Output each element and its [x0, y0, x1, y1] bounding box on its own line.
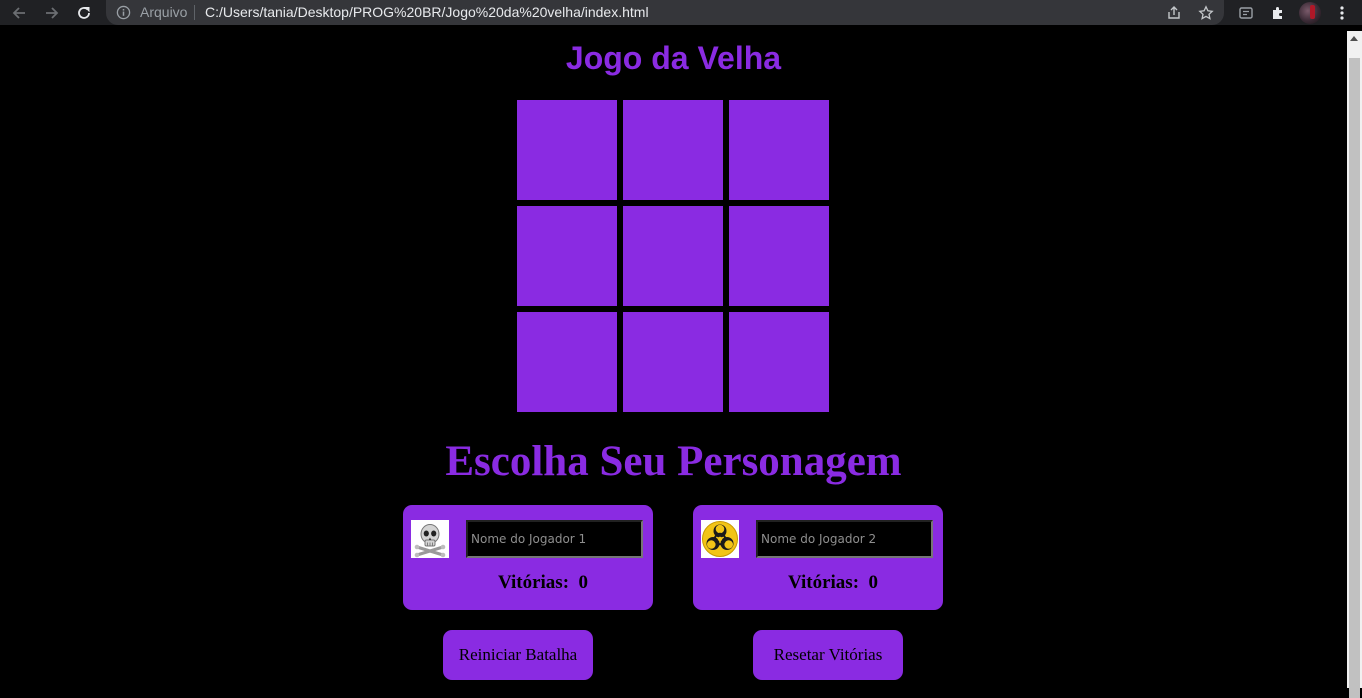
player-1-wins: Vitórias: 0 [403, 572, 683, 594]
address-divider [194, 5, 195, 20]
player-1-name-input[interactable] [466, 520, 643, 558]
extensions-button[interactable] [1267, 2, 1289, 24]
page-title: Jogo da Velha [565, 40, 782, 76]
reading-list-button[interactable] [1235, 2, 1257, 24]
skull-crossbones-icon[interactable] [411, 520, 449, 558]
player-1-wins-count: 0 [578, 572, 589, 593]
board-cell-5[interactable] [623, 206, 723, 306]
player-2-name-input[interactable] [756, 520, 933, 558]
board-cell-1[interactable] [517, 100, 617, 200]
reload-icon [78, 6, 90, 19]
profile-avatar [1299, 2, 1321, 24]
share-icon [1168, 6, 1180, 19]
back-button[interactable] [7, 0, 31, 25]
board-cell-8[interactable] [623, 312, 723, 412]
board-cell-2[interactable] [623, 100, 723, 200]
player-2-wins-count: 0 [868, 572, 879, 593]
scrollbar-thumb[interactable] [1349, 58, 1360, 698]
restart-battle-button[interactable]: Reiniciar Batalha [443, 630, 593, 680]
player-2-card: Vitórias: 0 [693, 505, 943, 610]
more-vertical-icon [1340, 6, 1344, 20]
player-1-wins-label: Vitórias: [497, 572, 570, 593]
board-cell-6[interactable] [729, 206, 829, 306]
player-1-card: Vitórias: 0 [403, 505, 653, 610]
forward-button[interactable] [40, 0, 64, 25]
page-scrollbar[interactable] [1347, 31, 1362, 698]
browser-toolbar: Arquivo C:/Users/tania/Desktop/PROG%20BR… [0, 0, 1362, 25]
board-cell-9[interactable] [729, 312, 829, 412]
biohazard-icon[interactable] [701, 520, 739, 558]
origin-label: Arquivo [140, 4, 188, 20]
arrow-left-icon [12, 6, 25, 19]
url-text[interactable]: C:/Users/tania/Desktop/PROG%20BR/Jogo%20… [205, 4, 649, 20]
reading-list-icon [1239, 7, 1253, 19]
board-cell-4[interactable] [517, 206, 617, 306]
reset-wins-button[interactable]: Resetar Vitórias [753, 630, 903, 680]
board-cell-7[interactable] [517, 312, 617, 412]
reload-button[interactable] [72, 0, 96, 25]
menu-button[interactable] [1331, 2, 1353, 24]
info-icon[interactable] [116, 5, 131, 20]
profile-button[interactable] [1299, 2, 1321, 24]
address-bar[interactable]: Arquivo C:/Users/tania/Desktop/PROG%20BR… [106, 0, 1224, 25]
character-select-heading: Escolha Seu Personagem [445, 438, 902, 485]
puzzle-icon [1273, 7, 1282, 19]
game-board [517, 100, 829, 412]
bookmark-button[interactable] [1196, 3, 1216, 23]
arrow-right-icon [46, 6, 59, 19]
scroll-up-arrow-icon[interactable] [1350, 36, 1358, 41]
player-2-wins-label: Vitórias: [787, 572, 860, 593]
share-button[interactable] [1164, 3, 1184, 23]
board-cell-3[interactable] [729, 100, 829, 200]
player-2-wins: Vitórias: 0 [693, 572, 973, 594]
star-icon [1198, 5, 1214, 20]
